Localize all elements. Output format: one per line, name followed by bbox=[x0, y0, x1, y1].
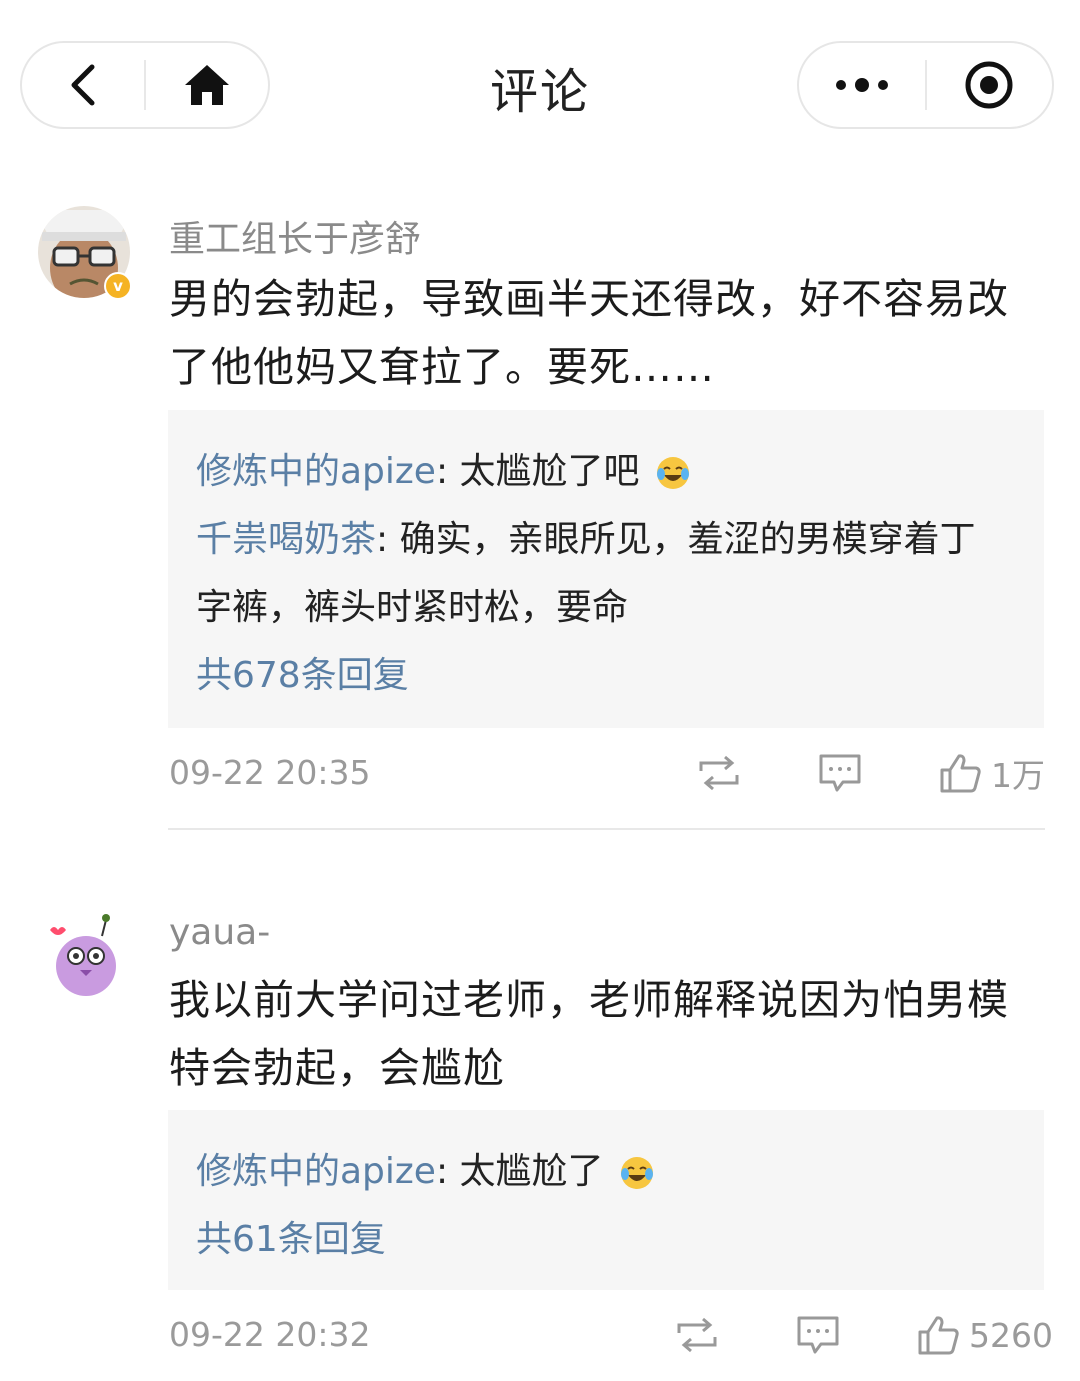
view-replies-link[interactable]: 共61条回复 bbox=[196, 1206, 1044, 1274]
comment-time: 09-22 20:32 bbox=[169, 1315, 371, 1354]
reply-item: 修炼中的apize: 太尴尬了吧 bbox=[196, 438, 1044, 506]
repost-button[interactable] bbox=[695, 748, 743, 798]
avatar[interactable] bbox=[38, 910, 130, 1002]
reply-username[interactable]: 千祟喝奶茶 bbox=[196, 519, 376, 560]
comment-divider bbox=[168, 828, 1045, 830]
repost-button[interactable] bbox=[673, 1310, 721, 1360]
repost-icon bbox=[699, 755, 739, 791]
comment-meta: 09-22 20:35 1万 bbox=[169, 748, 1045, 798]
reply-separator: : bbox=[376, 519, 400, 560]
more-dots-icon bbox=[835, 78, 888, 92]
reply-separator: : bbox=[435, 451, 460, 492]
reply-username[interactable]: 修炼中的apize bbox=[196, 1151, 436, 1192]
reply-item: 修炼中的apize: 太尴尬了 bbox=[196, 1138, 1044, 1206]
like-count: 5260 bbox=[969, 1315, 1053, 1355]
reply-box[interactable]: 修炼中的apize: 太尴尬了吧 千祟喝奶茶: 确实，亲眼所见，羞涩的男模穿着丁… bbox=[168, 410, 1044, 728]
like-button[interactable]: 5260 bbox=[917, 1310, 1053, 1360]
laugh-cry-emoji-icon bbox=[621, 1157, 654, 1189]
laugh-cry-emoji-icon bbox=[657, 457, 690, 489]
like-button[interactable]: 1万 bbox=[939, 748, 1045, 798]
comment-meta: 09-22 20:32 5260 bbox=[169, 1310, 1053, 1360]
view-replies-link[interactable]: 共678条回复 bbox=[196, 642, 1044, 710]
comment-text: 我以前大学问过老师，老师解释说因为怕男模特会勃起，会尴尬 bbox=[169, 976, 1009, 1092]
thumbs-up-icon bbox=[918, 1316, 959, 1355]
nav-bar: 评论 bbox=[0, 0, 1080, 150]
comment-text: 男的会勃起，导致画半天还得改，好不容易改了他他妈又耷拉了。要死…… bbox=[169, 275, 1009, 391]
reply-box[interactable]: 修炼中的apize: 太尴尬了 共61条回复 bbox=[168, 1110, 1044, 1290]
nav-capsule-right bbox=[797, 41, 1054, 129]
comment-icon bbox=[819, 754, 861, 792]
reply-separator: : bbox=[435, 1151, 460, 1192]
reply-text: 太尴尬了吧 bbox=[459, 451, 640, 492]
comment-button[interactable] bbox=[817, 748, 863, 798]
reply-item: 千祟喝奶茶: 确实，亲眼所见，羞涩的男模穿着丁字裤，裤头时紧时松，要命 bbox=[196, 506, 1006, 642]
more-button[interactable] bbox=[799, 43, 925, 127]
avatar[interactable]: v bbox=[38, 206, 132, 300]
repost-icon bbox=[677, 1317, 717, 1353]
like-count: 1万 bbox=[991, 756, 1045, 795]
reply-username[interactable]: 修炼中的apize bbox=[196, 451, 436, 492]
comment-username[interactable]: 重工组长于彦舒 bbox=[169, 210, 421, 262]
comment-button[interactable] bbox=[795, 1310, 841, 1360]
comment-icon bbox=[797, 1316, 839, 1354]
verified-badge-icon: v bbox=[104, 272, 132, 300]
reply-text: 太尴尬了 bbox=[459, 1151, 604, 1192]
comment-time: 09-22 20:35 bbox=[169, 753, 371, 792]
comment-username[interactable]: yaua- bbox=[169, 912, 270, 953]
target-icon bbox=[965, 61, 1013, 109]
close-button[interactable] bbox=[927, 43, 1053, 127]
thumbs-up-icon bbox=[940, 754, 981, 793]
